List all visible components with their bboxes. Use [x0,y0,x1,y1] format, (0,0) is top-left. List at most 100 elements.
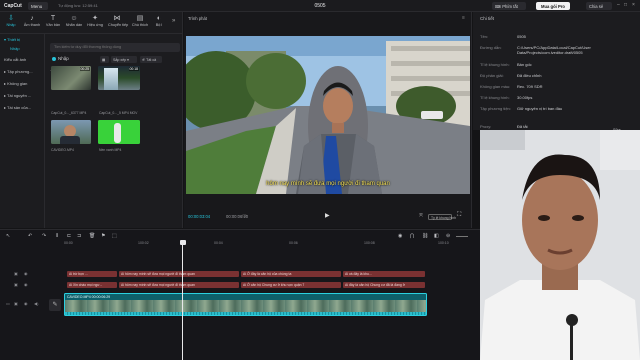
media-name: CapCut_0..._6377 MP4 [51,111,87,115]
caption-clip[interactable]: Ai trừ bọn ... [67,271,117,277]
caption-clip[interactable]: Ai đây là căn hộ Chung cư đã là đang ở [343,282,425,288]
media-item[interactable] [51,120,91,144]
close-icon[interactable]: × [632,2,635,8]
media-panel: ⇩ Nhập ♪ Âm thanh T Văn bản ☺ Nhãn dán ✦ Hiệu… [0,12,183,228]
visibility-icon[interactable]: ◉ [24,282,28,287]
zoom-slider[interactable] [456,236,468,237]
visibility-icon[interactable]: ◉ [24,301,28,306]
split-left-icon[interactable]: ⊏ [67,233,71,239]
lock-icon[interactable]: ▣ [14,271,18,276]
select-tool-icon[interactable]: ↖ [6,233,10,239]
caption-clip[interactable]: Ai hôm nay mình sẽ đưa mọi người đi tham… [119,271,239,277]
buy-pro-button[interactable]: Mua gói Pro [536,2,570,10]
caption-clip[interactable]: Ai hôm nay mình sẽ đưa mọi người đi tham… [119,282,239,288]
import-icon: ⇩ [8,15,14,22]
cover-button[interactable]: ✎ [49,299,61,311]
tab-import[interactable]: ⇩ Nhập [2,14,20,27]
split-icon[interactable]: ⫴ [56,233,58,239]
detail-key: Tỉ lệ khung hình: [480,95,510,100]
marker-icon[interactable]: ⚑ [101,233,105,239]
timeline-grid-icon[interactable]: ▭ [242,213,247,219]
time-tick: 00:06 [289,241,298,245]
record-icon[interactable]: ◉ [398,233,402,239]
tool-tabs: ⇩ Nhập ♪ Âm thanh T Văn bản ☺ Nhãn dán ✦ Hiệu… [0,12,183,34]
tab-stickers[interactable]: ☺ Nhãn dán [65,14,83,27]
tab-transitions[interactable]: ⋈ Chuyển tiếp [108,14,129,27]
menu-icon[interactable]: ≡ [462,15,465,21]
more-tabs-icon[interactable]: » [172,18,175,24]
tab-label: Chuyển tiếp [108,23,129,27]
detail-key: Proxy: [480,124,492,129]
share-button[interactable]: Chia sẻ [586,2,612,10]
media-item[interactable]: 00:25 [51,66,91,90]
webcam-feed [480,130,640,360]
nav-style[interactable]: Kiểu cắt ảnh [4,57,26,62]
filter-icon: ◐ [156,15,162,22]
caption-clip[interactable]: Ai Xin chào mọi ngư... [67,282,117,288]
nav-item-spaces[interactable]: ▸ Không gian [4,81,27,86]
detail-key: Tập phương tiện: [480,106,511,111]
media-preview [114,123,121,143]
nav-local[interactable]: ▾ Thiết bị [4,37,20,42]
nav-item-media-library[interactable]: ▸ Tập phương... [4,69,33,74]
caption-icon: ▤ [136,15,144,22]
maximize-icon[interactable]: □ [624,2,627,8]
tab-effects[interactable]: ✦ Hiệu ứng [86,14,104,27]
caption-clip[interactable]: Ai Ở đây là căn hộ của chúng ta [241,271,341,277]
preview-icon[interactable]: ◧ [434,233,439,239]
fit-icon[interactable]: ⤧ [419,213,423,219]
side-nav: ▾ Thiết bị Nhập Kiểu cắt ảnh ▸ Tập phươn… [0,34,45,228]
caption-clip[interactable]: Ai Ở căn hộ Chung cư ở khu vực quận 7 [241,282,341,288]
minimize-icon[interactable]: – [617,2,620,8]
menu-button[interactable]: Menu [28,2,48,10]
nav-item-my-assets[interactable]: ▸ Tài sản của... [4,105,31,110]
media-preview [60,136,80,144]
tab-label: Hiệu ứng [87,23,103,27]
audio-icon: ♪ [30,15,34,22]
mute-icon[interactable]: ◀) [34,301,38,306]
fullscreen-icon[interactable]: ⛶ [457,212,461,219]
sticker-icon: ☺ [70,15,78,22]
details-title: Chi tiết [480,16,495,21]
sort-dropdown[interactable]: Sắp xếp ▾ [111,56,137,63]
lock-icon[interactable]: ▣ [14,282,18,287]
tab-filters[interactable]: ◐ Bộ l [152,14,166,27]
grid-view-icon[interactable]: ▦ [100,56,109,63]
playhead-handle[interactable] [179,240,186,245]
play-button[interactable]: ▶ [325,212,330,219]
import-button[interactable]: Nhập [52,56,69,61]
lock-icon[interactable]: ▣ [14,301,18,306]
shortcuts-button[interactable]: ⌨ Phím tắt [492,2,526,10]
filter-dropdown[interactable]: ⚟ Tất cả [140,56,162,63]
media-duration: 00:18 [128,67,139,71]
detail-key: Độ phân giải: [480,73,504,78]
detail-value: 0505 [517,34,526,39]
tab-captions[interactable]: ▤ Chú thích [131,14,149,27]
caption-clip[interactable]: Ai và đây là khu... [343,271,425,277]
link-icon[interactable]: ⛓ [422,233,428,239]
nav-import[interactable]: Nhập [10,46,20,51]
project-title: 0505 [314,3,326,9]
nav-item-resources[interactable]: ▸ Tài nguyên ... [4,93,31,98]
playhead[interactable] [182,240,183,360]
media-search-input[interactable]: Tìm kiếm tư duy đổi thương thông dùng [50,43,180,52]
zoom-out-icon[interactable]: ⊖ [446,233,450,239]
title-bar: CapCut Menu Tự động lưu: 12:59:41 0505 ⌨… [0,0,640,12]
split-right-icon[interactable]: ⊐ [77,233,81,239]
redo-icon[interactable]: ↷ [42,233,46,239]
tab-text[interactable]: T Văn bản [44,14,62,27]
main-video-clip[interactable]: CAVIDEO.MP4 00:00:06:29 [64,293,427,316]
magnet-icon[interactable]: ⋂ [410,233,414,239]
crop-icon[interactable]: ⬚ [112,233,117,239]
text-icon: T [50,15,56,22]
detail-key: Tỉ lệ khung hình: [480,62,510,67]
tab-audio[interactable]: ♪ Âm thanh [23,14,41,27]
media-item[interactable] [98,120,140,144]
delete-icon[interactable]: 🗑 [89,233,95,239]
player-panel: Trình phát ≡ hôm nay mình sẽ đưa mọi ngư… [184,12,472,228]
aspect-ratio-button[interactable]: Tỷ lệ khung hình [428,214,456,220]
video-preview[interactable]: hôm nay mình sẽ đưa mọi người đi tham qu… [186,36,470,194]
undo-icon[interactable]: ↶ [28,233,32,239]
media-item[interactable]: 00:18 [98,66,140,90]
visibility-icon[interactable]: ◉ [24,271,28,276]
